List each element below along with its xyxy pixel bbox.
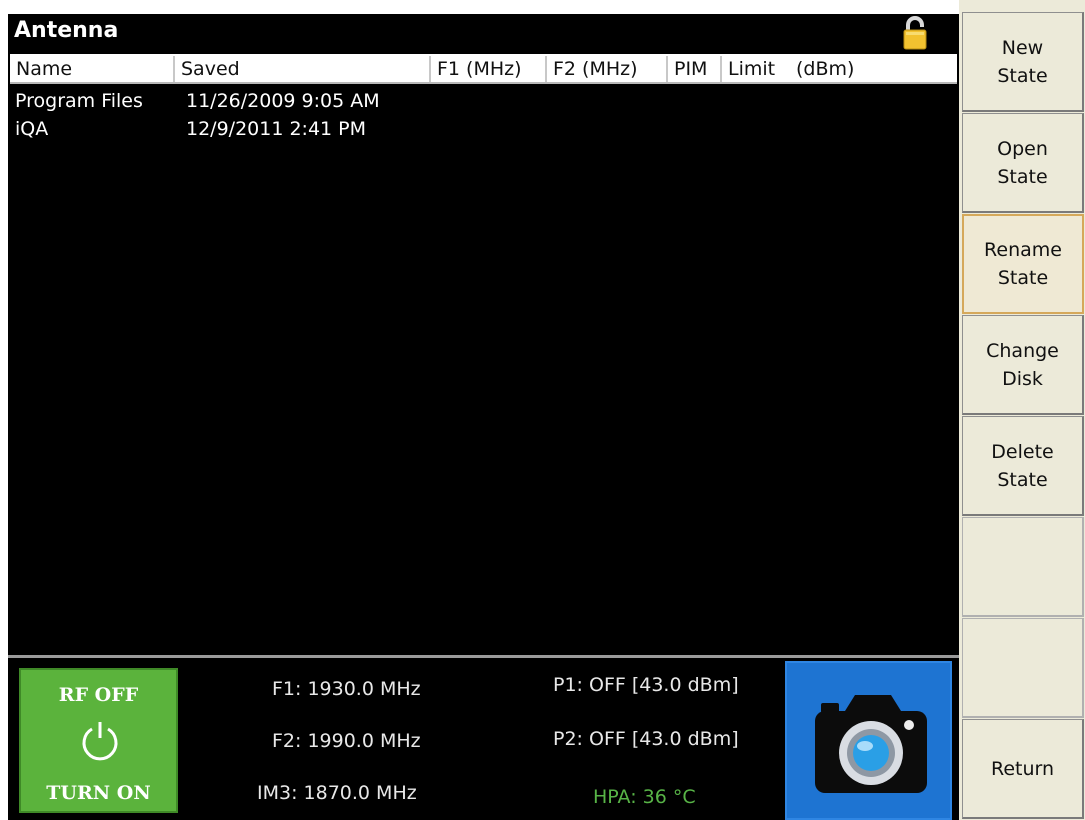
- power-icon: [82, 722, 118, 761]
- column-header-pim[interactable]: PIM: [668, 56, 722, 82]
- column-header-name[interactable]: Name: [10, 56, 175, 82]
- title-bar: Antenna: [8, 14, 959, 50]
- lock-icon: [903, 16, 927, 50]
- return-button[interactable]: Return: [962, 719, 1084, 819]
- rf-toggle-button[interactable]: RF OFF TURN ON: [19, 668, 178, 813]
- column-header-limit[interactable]: Limit: [722, 56, 790, 82]
- camera-icon: [815, 695, 927, 793]
- blank-softkey[interactable]: [962, 517, 1084, 617]
- p2-readout: P2: OFF [43.0 dBm]: [553, 728, 739, 750]
- p1-readout: P1: OFF [43.0 dBm]: [553, 674, 739, 696]
- delete-state-button[interactable]: Delete State: [962, 416, 1084, 516]
- blank-softkey[interactable]: [962, 618, 1084, 718]
- row-name: iQA: [15, 118, 49, 140]
- status-bar: RF OFF TURN ON F1: 1930.0 MHz F2: 1990.0…: [8, 655, 959, 820]
- main-screen: Antenna Name Saved F1 (MHz) F2 (MHz) PIM…: [8, 14, 959, 655]
- f2-readout: F2: 1990.0 MHz: [272, 730, 421, 752]
- table-row[interactable]: iQA 12/9/2011 2:41 PM: [8, 115, 955, 143]
- rename-state-button[interactable]: Rename State: [962, 214, 1084, 314]
- top-clipped-strip: [0, 0, 1085, 14]
- open-state-button[interactable]: Open State: [962, 113, 1084, 213]
- column-header-saved[interactable]: Saved: [175, 56, 431, 82]
- im3-readout: IM3: 1870.0 MHz: [257, 782, 417, 804]
- change-disk-button[interactable]: Change Disk: [962, 315, 1084, 415]
- row-saved: 12/9/2011 2:41 PM: [186, 118, 367, 140]
- file-list-header: Name Saved F1 (MHz) F2 (MHz) PIM Limit (…: [10, 54, 957, 84]
- column-header-dbm[interactable]: (dBm): [790, 56, 950, 82]
- softkey-panel: New State Open State Rename State Change…: [959, 0, 1085, 820]
- hpa-temperature: HPA: 36 °C: [593, 786, 696, 808]
- rf-state-label: RF OFF: [58, 684, 139, 706]
- column-header-f1[interactable]: F1 (MHz): [431, 56, 547, 82]
- f1-readout: F1: 1930.0 MHz: [272, 678, 421, 700]
- new-state-button[interactable]: New State: [962, 12, 1084, 112]
- file-list: Program Files 11/26/2009 9:05 AM iQA 12/…: [8, 87, 955, 143]
- screenshot-button[interactable]: [785, 661, 952, 820]
- table-row[interactable]: Program Files 11/26/2009 9:05 AM: [8, 87, 955, 115]
- window-title: Antenna: [14, 18, 119, 43]
- row-name: Program Files: [15, 90, 143, 112]
- rf-action-label: TURN ON: [46, 782, 151, 804]
- row-saved: 11/26/2009 9:05 AM: [186, 90, 380, 112]
- column-header-f2[interactable]: F2 (MHz): [547, 56, 668, 82]
